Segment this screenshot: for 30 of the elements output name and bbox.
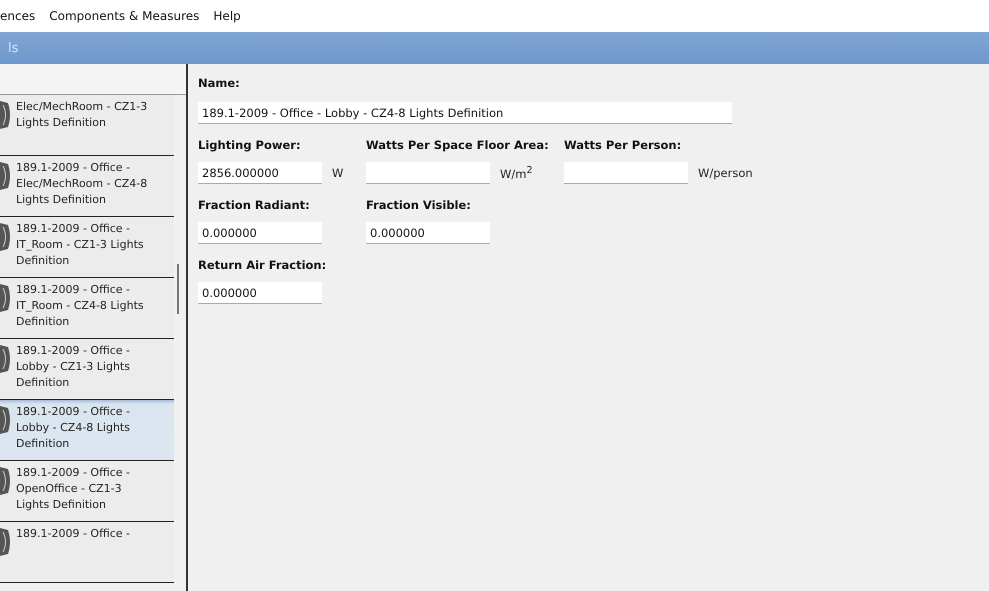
input-field[interactable]: 0.000000 [198,282,322,304]
input-field[interactable]: 0.000000 [198,222,322,244]
field-label: Lighting Power: [198,138,302,152]
field-label: Fraction Radiant: [198,198,311,212]
field-label: Fraction Visible: [366,198,472,212]
list-item[interactable]: Elec/MechRoom - CZ1-3 Lights Definition [0,95,174,156]
list-item[interactable]: 189.1-2009 - Office - Elec/MechRoom - CZ4-8 Lights Definition [0,156,174,217]
list-item[interactable]: 189.1-2009 - Office - IT_Room - CZ1-3 Lights Definition [0,217,174,278]
list-item[interactable]: 189.1-2009 - Office - OpenOffice - CZ1-3 Lights Definition [0,461,174,522]
input-field[interactable]: 2856.000000 [198,162,322,184]
list-item[interactable]: 189.1-2009 - Office - IT_Room - CZ4-8 Lights Definition [0,278,174,339]
unit-label: W/m$^{2}$ [500,165,534,181]
menu-item[interactable]: Help [213,9,241,23]
name-field[interactable]: 189.1-2009 - Office - Lobby - CZ4-8 Lights Definition [198,102,732,124]
field-label: Watts Per Space Floor Area: [366,138,550,152]
list-item[interactable]: 189.1-2009 - Office - Lobby - CZ4-8 Lights Definition [0,400,174,461]
field-label: Return Air Fraction: [198,258,328,272]
list-item[interactable]: 189.1-2009 - Office - Lobby - CZ1-3 Lights Definition [0,339,174,400]
field-label: Name: [198,76,241,90]
input-field[interactable]: 0.000000 [366,222,490,244]
list-item[interactable]: 189.1-2009 - Office - [0,522,174,583]
menu-item[interactable]: ences [0,9,36,23]
scrollbar-thumb[interactable] [177,264,179,314]
unit-label: W/person [698,166,753,180]
menu-item[interactable]: Components & Measures [49,9,200,23]
field-label: Watts Per Person: [564,138,682,152]
unit-label: W [332,166,344,180]
input-field[interactable] [564,162,688,184]
window-title: ls [7,40,18,56]
input-field[interactable] [366,162,490,184]
